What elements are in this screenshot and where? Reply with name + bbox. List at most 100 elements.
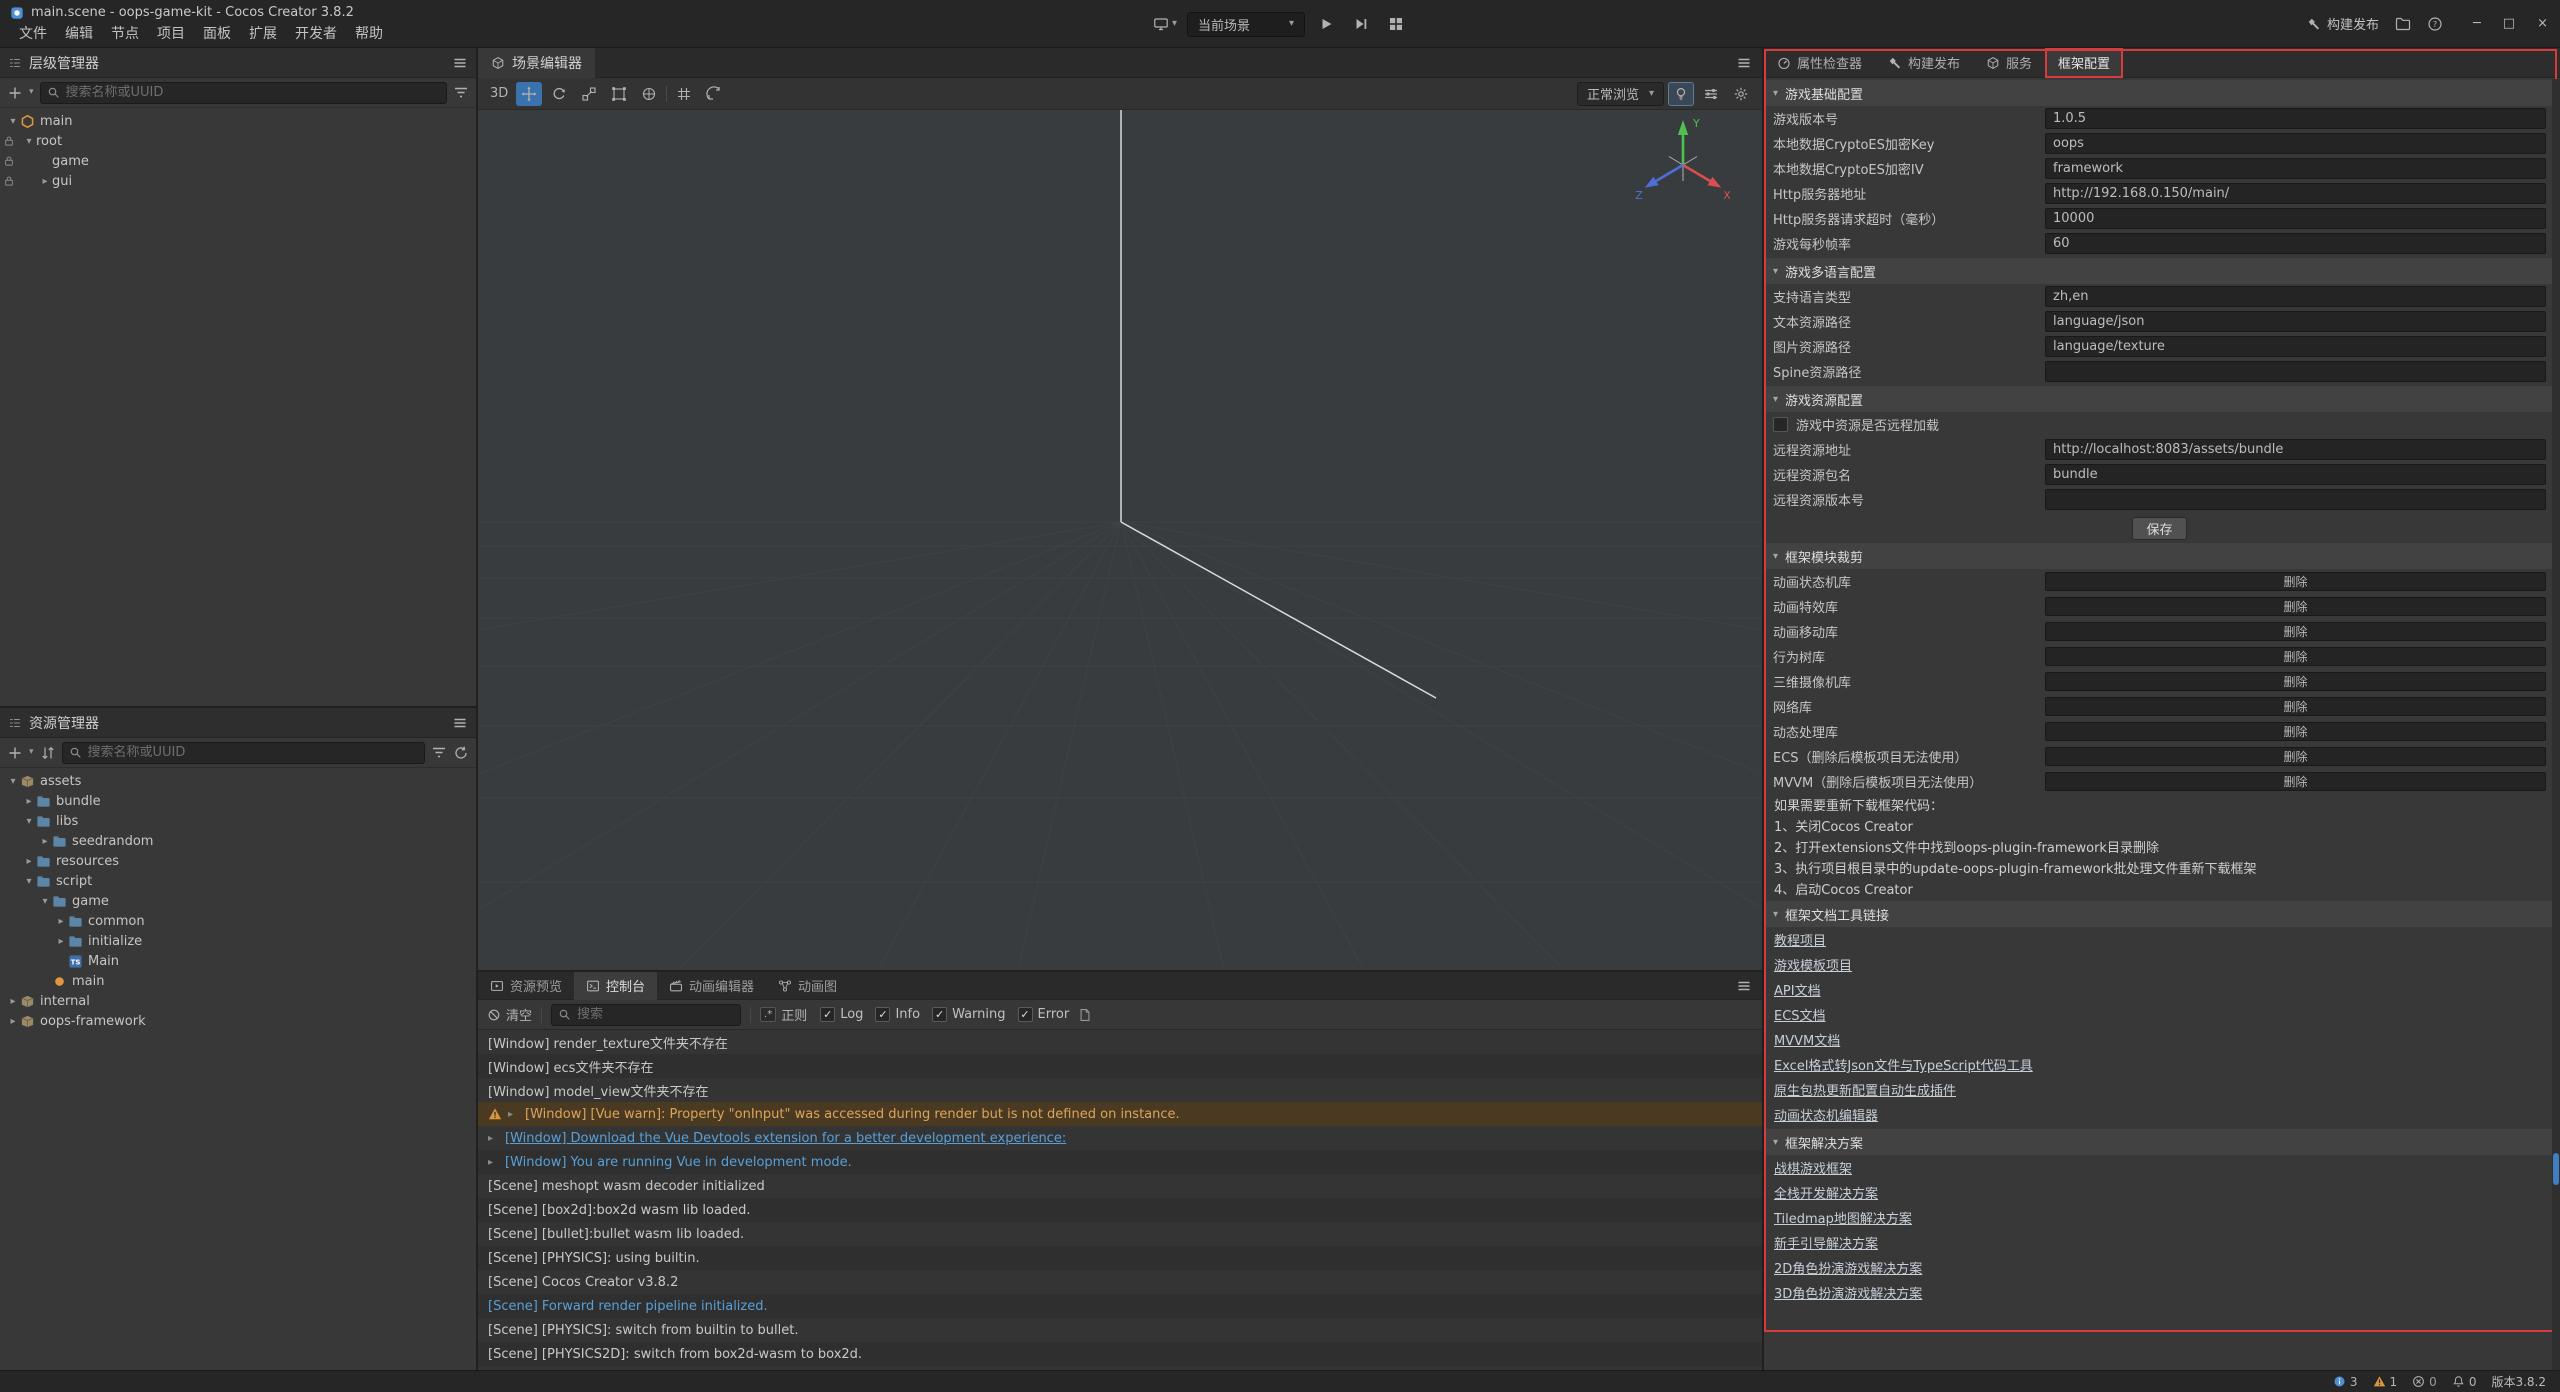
filter-icon[interactable] — [453, 85, 469, 101]
export-log-icon[interactable] — [1078, 1008, 1092, 1022]
console-log-row[interactable]: [Scene] meshopt wasm decoder initialized — [478, 1174, 1762, 1198]
tree-row[interactable]: TSMain — [0, 951, 476, 971]
rect-tool[interactable] — [606, 82, 632, 106]
delete-button[interactable]: 删除 — [2045, 597, 2546, 616]
tree-row[interactable]: ▸resources — [0, 851, 476, 871]
console-log-row[interactable]: [Scene] Cocos Creator v3.8.2 — [478, 1270, 1762, 1294]
minimize-button[interactable]: ─ — [2473, 16, 2481, 31]
checkbox[interactable]: ✓ — [875, 1007, 890, 1022]
field-input[interactable] — [2045, 311, 2546, 332]
delete-button[interactable]: 删除 — [2045, 622, 2546, 641]
grid-snap-button[interactable] — [671, 82, 697, 106]
checkbox[interactable] — [1773, 417, 1788, 432]
doc-link[interactable]: 全栈开发解决方案 — [1774, 1183, 1878, 1202]
menu-item[interactable]: 项目 — [148, 22, 194, 44]
notification-count[interactable]: 0 — [2452, 1375, 2477, 1389]
console-log-row[interactable]: [Window] render_texture文件夹不存在 — [478, 1030, 1762, 1054]
field-input[interactable] — [2045, 464, 2546, 485]
hierarchy-search[interactable] — [40, 82, 447, 104]
lock-icon[interactable] — [3, 155, 15, 167]
panel-menu-icon[interactable] — [452, 55, 468, 71]
tab-inspector[interactable]: 构建发布 — [1875, 48, 1973, 78]
filter-warning[interactable]: ✓Warning — [932, 1007, 1005, 1022]
tree-row[interactable]: ▾assets — [0, 771, 476, 791]
tree-collapse-arrow[interactable]: ▾ — [22, 136, 36, 147]
delete-button[interactable]: 删除 — [2045, 747, 2546, 766]
tab-inspector[interactable]: 服务 — [1973, 48, 2045, 78]
tree-collapse-arrow[interactable]: ▾ — [22, 816, 36, 827]
tree-row[interactable]: ▸gui — [0, 171, 476, 191]
field-input[interactable] — [2045, 208, 2546, 229]
section-header[interactable]: ▾框架文档工具链接 — [1764, 901, 2560, 927]
delete-button[interactable]: 删除 — [2045, 572, 2546, 591]
gizmo-settings-button[interactable] — [1728, 82, 1754, 106]
menu-item[interactable]: 面板 — [194, 22, 240, 44]
field-input[interactable] — [2045, 233, 2546, 254]
doc-link[interactable]: 战棋游戏框架 — [1774, 1158, 1852, 1177]
tree-row[interactable]: ▾game — [0, 891, 476, 911]
rotation-snap-button[interactable] — [701, 82, 727, 106]
menu-item[interactable]: 文件 — [10, 22, 56, 44]
log-expand-arrow[interactable]: ▸ — [508, 1109, 519, 1120]
assets-search[interactable] — [62, 742, 425, 764]
console-log-row[interactable]: [Window] ecs文件夹不存在 — [478, 1054, 1762, 1078]
tab-console[interactable]: 动画编辑器 — [657, 972, 766, 1000]
doc-link[interactable]: MVVM文档 — [1774, 1030, 1840, 1049]
tree-row[interactable]: ▸internal — [0, 991, 476, 1011]
tree-row[interactable]: ▾script — [0, 871, 476, 891]
field-input[interactable] — [2045, 489, 2546, 510]
tab-console-active[interactable]: 控制台 — [574, 972, 657, 1000]
tree-row[interactable]: ▸initialize — [0, 931, 476, 951]
tab-inspector[interactable]: 框架配置 — [2045, 48, 2123, 78]
doc-link[interactable]: 教程项目 — [1774, 930, 1826, 949]
tree-row[interactable]: ▾root — [0, 131, 476, 151]
tree-row[interactable]: ▸oops-framework — [0, 1011, 476, 1031]
panel-menu-icon[interactable] — [1736, 978, 1752, 994]
field-input[interactable] — [2045, 133, 2546, 154]
hierarchy-search-input[interactable] — [66, 85, 440, 100]
warning-count[interactable]: 1 — [2373, 1375, 2398, 1389]
console-log-row[interactable]: ▸[Window] You are running Vue in develop… — [478, 1150, 1762, 1174]
filter-icon[interactable] — [431, 745, 447, 761]
help-icon[interactable]: ? — [2427, 16, 2443, 32]
refresh-icon[interactable] — [453, 745, 469, 761]
tab-console[interactable]: 动画图 — [766, 972, 849, 1000]
delete-button[interactable]: 删除 — [2045, 672, 2546, 691]
play-button[interactable] — [1312, 11, 1340, 37]
maximize-button[interactable]: □ — [2503, 16, 2515, 31]
lock-icon[interactable] — [3, 175, 15, 187]
tree-expand-arrow[interactable]: ▸ — [54, 936, 68, 947]
section-header[interactable]: ▾游戏多语言配置 — [1764, 258, 2560, 284]
panel-menu-icon[interactable] — [452, 715, 468, 731]
delete-button[interactable]: 删除 — [2045, 647, 2546, 666]
field-input[interactable] — [2045, 439, 2546, 460]
log-expand-arrow[interactable]: ▸ — [488, 1157, 499, 1168]
menu-item[interactable]: 开发者 — [286, 22, 346, 44]
message-count[interactable]: 3 — [2333, 1375, 2358, 1389]
tree-expand-arrow[interactable]: ▸ — [22, 856, 36, 867]
scene-viewport[interactable]: Y X Z — [478, 110, 1762, 970]
tree-expand-arrow[interactable]: ▸ — [38, 176, 52, 187]
panel-menu-icon[interactable] — [1736, 55, 1752, 71]
section-header[interactable]: ▾游戏基础配置 — [1764, 80, 2560, 106]
scale-tool[interactable] — [576, 82, 602, 106]
tree-expand-arrow[interactable]: ▸ — [54, 916, 68, 927]
scene-view-settings-button[interactable] — [1698, 82, 1724, 106]
field-input[interactable] — [2045, 361, 2546, 382]
field-input[interactable] — [2045, 286, 2546, 307]
tree-row[interactable]: ▾libs — [0, 811, 476, 831]
delete-button[interactable]: 删除 — [2045, 722, 2546, 741]
console-search-input[interactable] — [577, 1007, 734, 1022]
lock-icon[interactable] — [3, 135, 15, 147]
tree-row[interactable]: ▾main — [0, 111, 476, 131]
console-log-row[interactable]: [Scene] [PHYSICS2D]: switch from box2d-w… — [478, 1342, 1762, 1366]
tree-collapse-arrow[interactable]: ▾ — [6, 116, 20, 127]
tab-inspector[interactable]: 属性检查器 — [1764, 48, 1875, 78]
tree-row[interactable]: ▸seedrandom — [0, 831, 476, 851]
tree-row[interactable]: ▸bundle — [0, 791, 476, 811]
assets-search-input[interactable] — [88, 745, 418, 760]
clear-console-button[interactable]: 清空 — [487, 1005, 532, 1024]
checkbox[interactable]: ✓ — [1018, 1007, 1033, 1022]
checkbox[interactable]: ✓ — [820, 1007, 835, 1022]
section-header[interactable]: ▾框架模块裁剪 — [1764, 543, 2560, 569]
